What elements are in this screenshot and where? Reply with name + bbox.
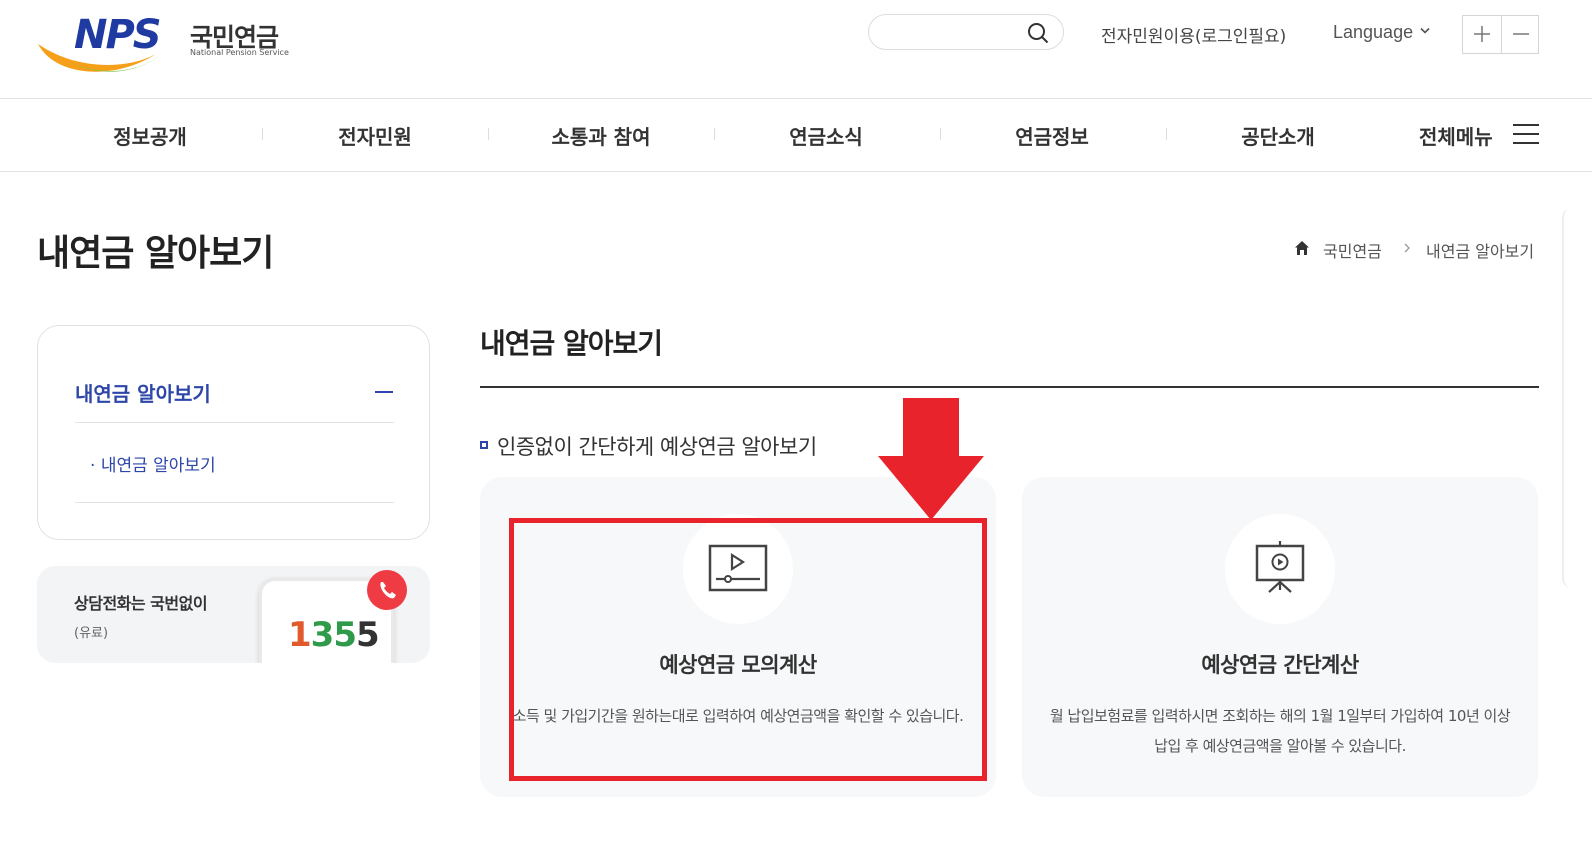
minus-icon — [1512, 33, 1529, 35]
plus-icon — [1474, 26, 1490, 42]
phone-call-icon — [367, 570, 407, 610]
nps-logo[interactable]: NPS 국민연금 National Pension Service — [36, 8, 296, 80]
main-navigation: 정보공개 전자민원 소통과 참여 연금소식 연금정보 공단소개 전체메뉴 — [0, 99, 1592, 172]
quick-menu-edge — [1562, 208, 1592, 588]
nav-item-pension-info[interactable]: 연금정보 — [972, 121, 1132, 150]
search-input[interactable] — [883, 21, 1013, 43]
call-banner-sub: (유료) — [74, 626, 109, 641]
card-simple-calculation[interactable]: 예상연금 간단계산 월 납입보험료를 입력하시면 조회하는 해의 1월 1일부터… — [1022, 477, 1538, 797]
call-center-banner[interactable]: 상담전화는 국번없이 (유료) 1355 — [37, 566, 430, 663]
hamburger-menu-icon[interactable] — [1513, 123, 1539, 145]
electronic-civil-link[interactable]: 전자민원이용(로그인필요) — [1101, 22, 1286, 47]
square-bullet-icon — [480, 441, 488, 449]
presentation-screen-icon — [1255, 541, 1305, 593]
side-menu-sub-item[interactable]: · 내연금 알아보기 — [90, 451, 216, 476]
highlight-annotation-box — [509, 518, 987, 781]
nav-divider — [488, 128, 489, 140]
site-header: NPS 국민연금 National Pension Service 전자민원이용… — [0, 0, 1592, 99]
card-icon-circle — [1225, 514, 1335, 624]
nav-divider — [262, 128, 263, 140]
nav-divider — [940, 128, 941, 140]
chevron-down-icon — [1420, 27, 1430, 34]
nav-item-about[interactable]: 공단소개 — [1198, 121, 1358, 150]
section-title-underline — [480, 386, 1539, 388]
nav-item-pension-news[interactable]: 연금소식 — [746, 121, 906, 150]
red-arrow-annotation-icon — [878, 398, 984, 520]
breadcrumb-item[interactable]: 국민연금 — [1323, 238, 1382, 262]
zoom-controls — [1462, 15, 1539, 54]
nav-all-menu[interactable]: 전체메뉴 — [1419, 121, 1493, 150]
call-banner-title: 상담전화는 국번없이 — [74, 594, 208, 613]
nav-divider — [1166, 128, 1167, 140]
logo-english-text: National Pension Service — [190, 48, 289, 57]
zoom-in-button[interactable] — [1463, 16, 1501, 53]
nav-divider — [714, 128, 715, 140]
collapse-minus-icon[interactable] — [375, 391, 393, 393]
side-menu-divider — [75, 422, 394, 423]
page-title: 내연금 알아보기 — [37, 233, 274, 274]
language-selector[interactable]: Language — [1333, 22, 1413, 43]
nav-item-communication[interactable]: 소통과 참여 — [521, 121, 681, 150]
search-icon[interactable] — [1027, 22, 1049, 44]
card-description: 월 납입보험료를 입력하시면 조회하는 해의 1월 1일부터 가입하여 10년 … — [1049, 707, 1511, 755]
zoom-out-button[interactable] — [1500, 16, 1539, 53]
home-icon[interactable] — [1294, 240, 1310, 256]
call-number: 1355 — [288, 615, 380, 655]
nav-item-info-disclosure[interactable]: 정보공개 — [70, 121, 230, 150]
logo-nps-text: NPS — [74, 12, 162, 58]
section-title: 내연금 알아보기 — [480, 327, 663, 360]
card-title: 예상연금 간단계산 — [1201, 653, 1359, 677]
breadcrumb-item-current[interactable]: 내연금 알아보기 — [1426, 238, 1534, 262]
chevron-right-icon — [1404, 243, 1410, 253]
search-box — [868, 14, 1064, 50]
nav-item-electronic-civil[interactable]: 전자민원 — [295, 121, 455, 150]
side-menu-sub-label: 내연금 알아보기 — [100, 456, 216, 476]
section-subtitle: 인증없이 간단하게 예상연금 알아보기 — [497, 435, 817, 459]
side-menu-divider — [75, 502, 394, 503]
side-menu-title[interactable]: 내연금 알아보기 — [75, 378, 211, 407]
side-menu: 내연금 알아보기 · 내연금 알아보기 — [37, 325, 430, 540]
